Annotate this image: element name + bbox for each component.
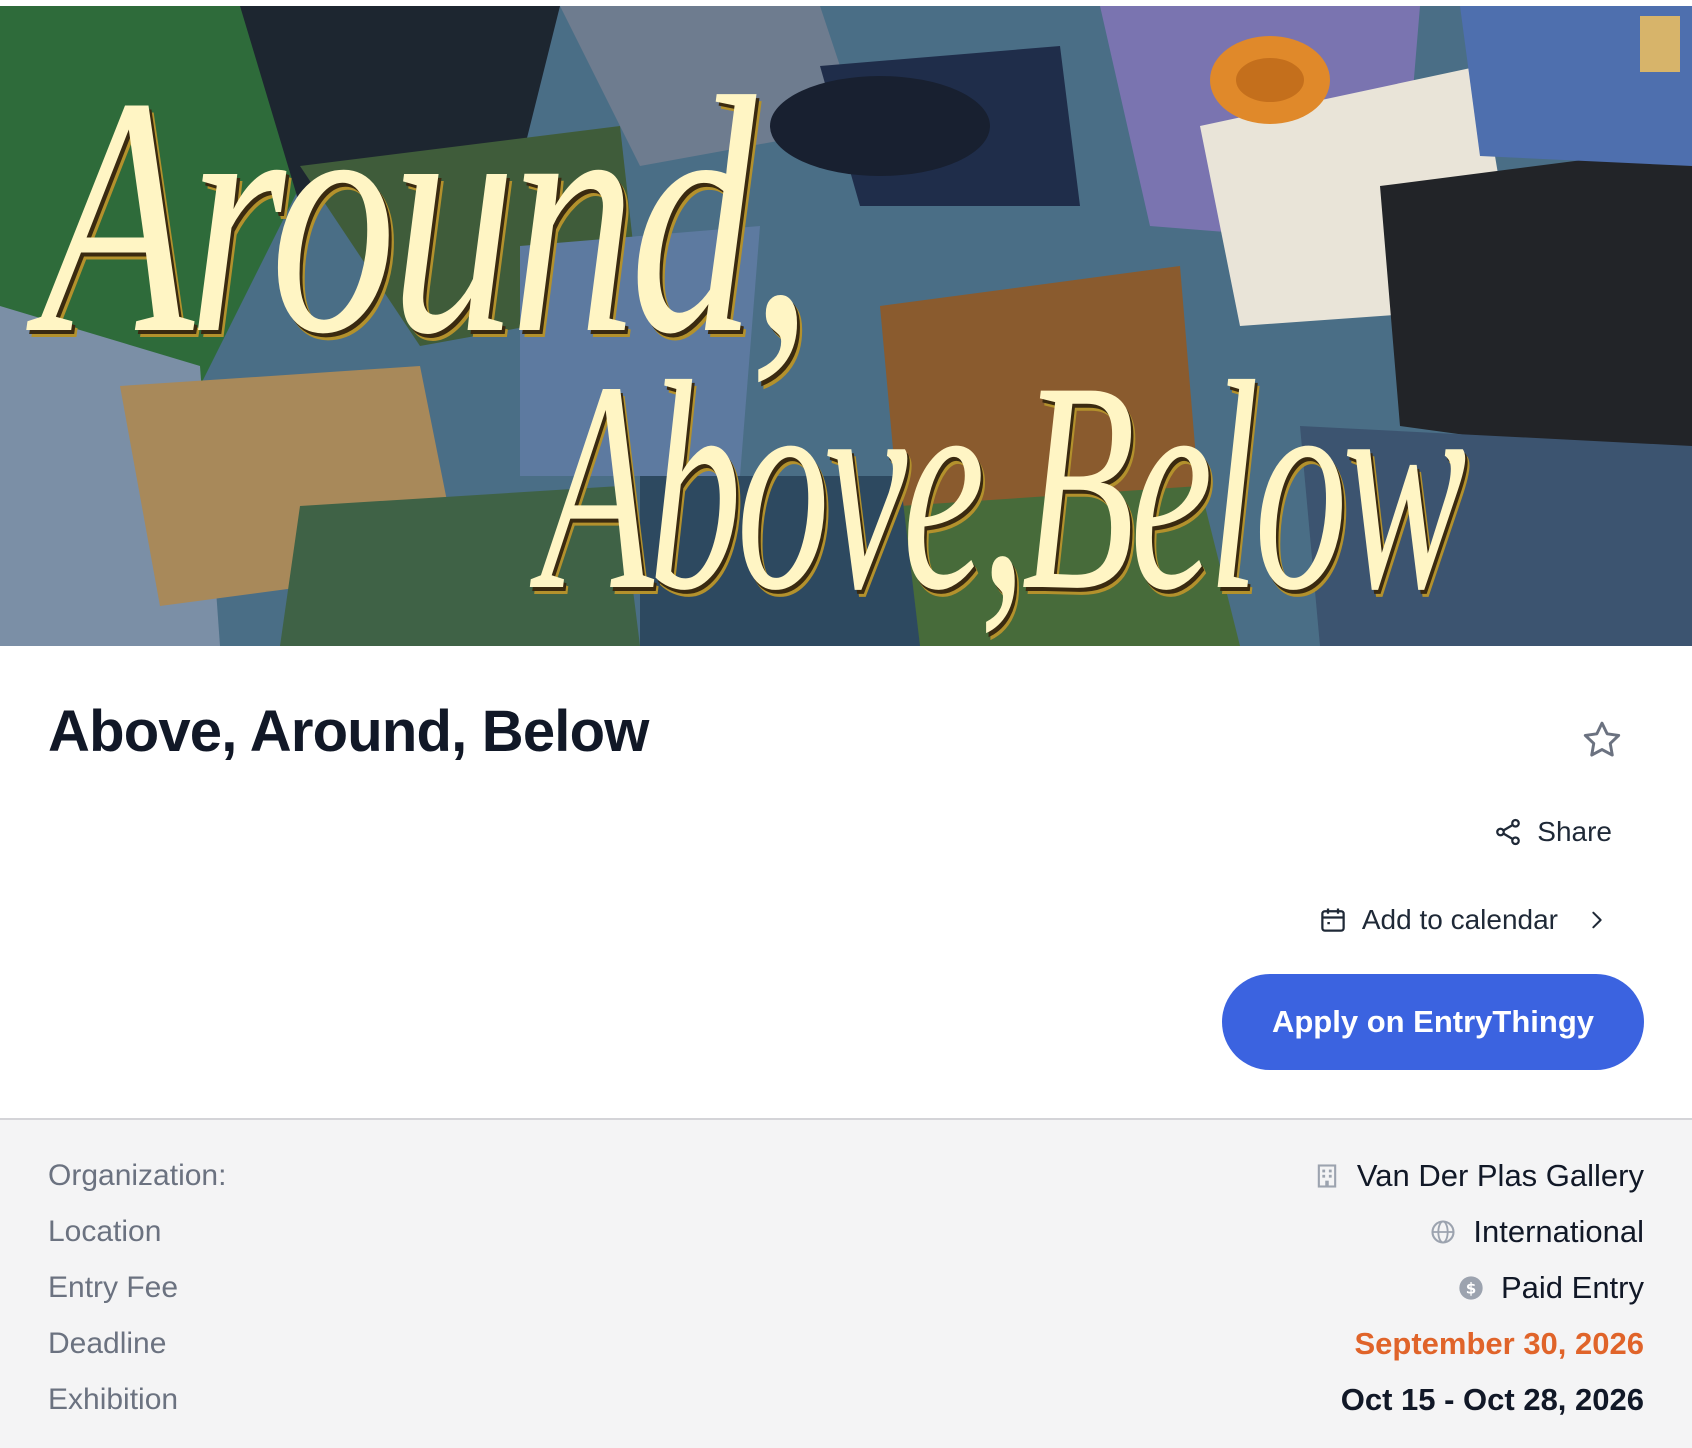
add-to-calendar-label: Add to calendar <box>1361 904 1558 935</box>
location-text: International <box>1473 1214 1644 1249</box>
dollar-circle-icon: $ <box>1457 1274 1485 1302</box>
entry-fee-label: Entry Fee <box>48 1271 179 1304</box>
exhibition-label: Exhibition <box>48 1383 179 1416</box>
organization-value[interactable]: Van Der Plas Gallery <box>1313 1158 1644 1194</box>
favorite-button[interactable] <box>1578 716 1626 764</box>
detail-row-exhibition: Exhibition Oct 15 - Oct 28, 2026 <box>48 1372 1644 1428</box>
exhibition-value: Oct 15 - Oct 28, 2026 <box>1340 1382 1644 1417</box>
page-title: Above, Around, Below <box>48 699 649 764</box>
calendar-icon <box>1318 905 1348 935</box>
globe-icon <box>1429 1218 1457 1246</box>
share-label: Share <box>1537 816 1612 847</box>
add-to-calendar-button[interactable]: Add to calendar <box>1318 904 1608 936</box>
deadline-label: Deadline <box>48 1327 167 1360</box>
detail-row-entry-fee: Entry Fee $ Paid Entry <box>48 1260 1644 1316</box>
chevron-right-icon <box>1586 909 1608 931</box>
details-panel: Organization: Van Der Plas Gallery Locat… <box>0 1118 1692 1448</box>
entry-fee-text: Paid Entry <box>1500 1270 1644 1305</box>
location-value: International <box>1429 1214 1644 1250</box>
location-label: Location <box>48 1215 162 1248</box>
hero-banner-image: Around, Above,Below <box>0 6 1692 646</box>
entry-fee-value: $ Paid Entry <box>1457 1270 1644 1306</box>
organization-label: Organization: <box>48 1159 227 1192</box>
detail-row-location: Location International <box>48 1204 1644 1260</box>
detail-row-organization: Organization: Van Der Plas Gallery <box>48 1148 1644 1204</box>
apply-button[interactable]: Apply on EntryThingy <box>1222 974 1644 1070</box>
building-icon <box>1313 1162 1341 1190</box>
star-icon <box>1583 721 1621 757</box>
share-button[interactable]: Share <box>1493 816 1612 848</box>
svg-text:$: $ <box>1466 1280 1477 1298</box>
detail-row-deadline: Deadline September 30, 2026 <box>48 1316 1644 1372</box>
deadline-value: September 30, 2026 <box>1354 1326 1644 1361</box>
share-icon <box>1493 817 1523 847</box>
hero-artwork-text-line2: Above,Below <box>540 320 1467 646</box>
organization-name: Van Der Plas Gallery <box>1356 1158 1644 1193</box>
